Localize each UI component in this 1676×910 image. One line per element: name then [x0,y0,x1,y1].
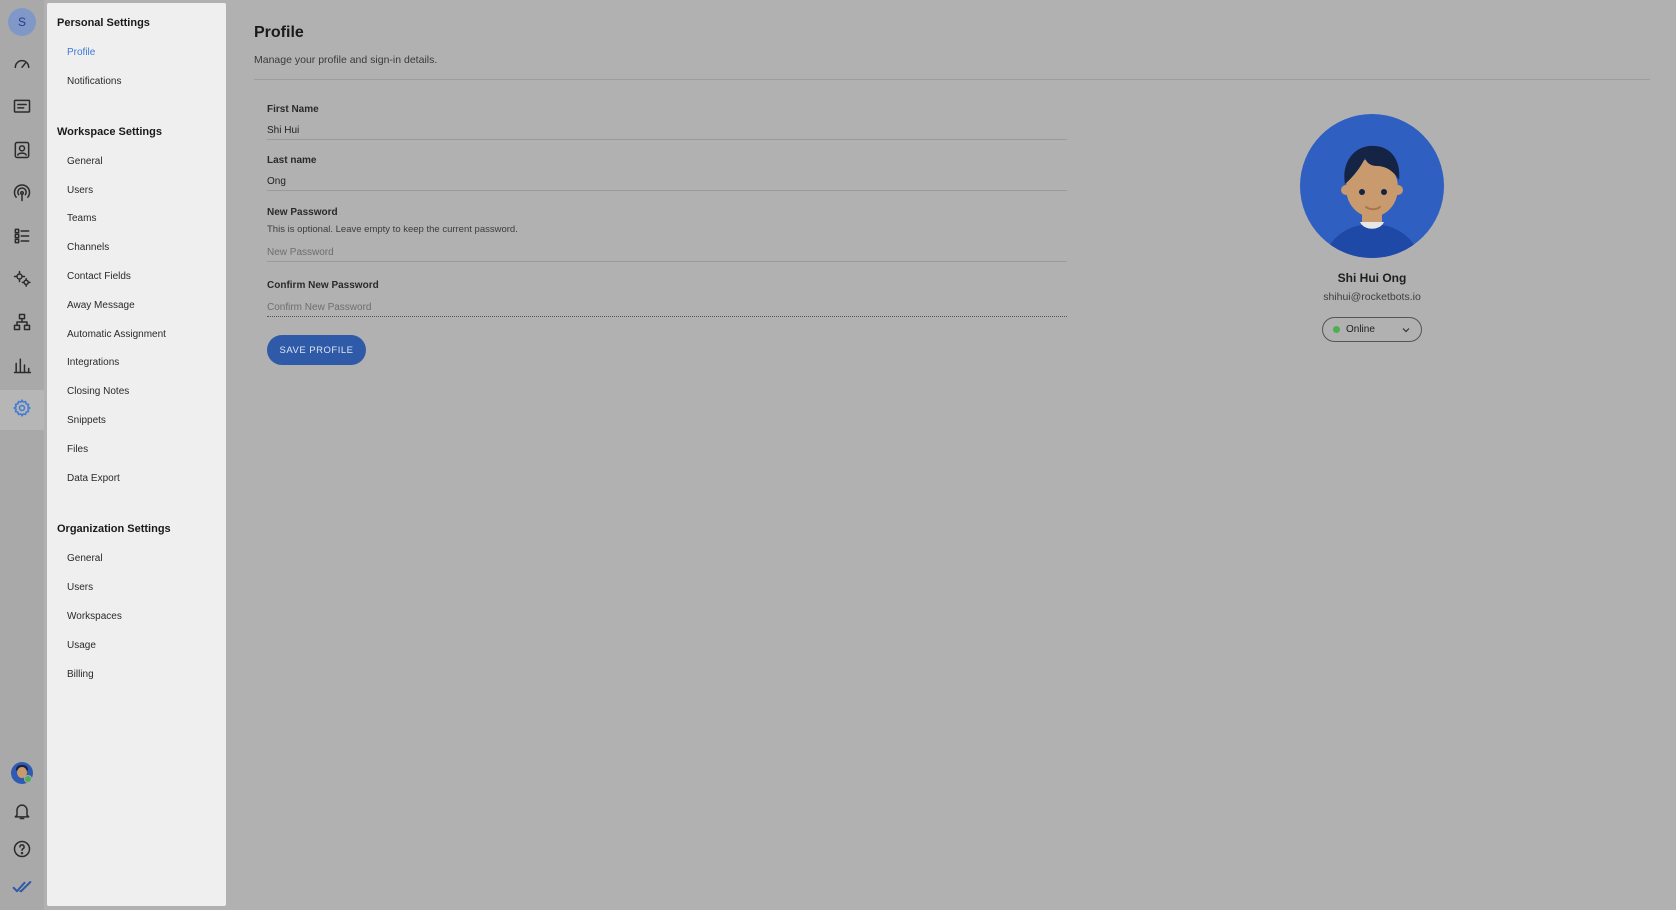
first-name-label: First Name [267,104,319,115]
sidebar-item-org-users[interactable]: Users [67,582,93,593]
contacts-icon[interactable] [4,132,40,168]
chevron-down-icon [1402,327,1410,332]
sidebar-item-files[interactable]: Files [67,444,88,455]
workspace-switcher[interactable]: S [4,4,40,40]
new-password-field[interactable] [267,244,1067,262]
profile-avatar[interactable] [1300,114,1444,258]
automation-icon[interactable] [4,261,40,297]
header-divider [254,79,1650,80]
sidebar-item-billing[interactable]: Billing [67,669,94,680]
sidebar-item-teams[interactable]: Teams [67,213,96,224]
status-dropdown[interactable]: Online [1322,317,1422,342]
status-value: Online [1346,324,1375,335]
help-icon[interactable] [4,831,40,867]
sidebar-item-notifications[interactable]: Notifications [67,76,121,87]
bell-icon[interactable] [4,793,40,829]
workspace-settings-title: Workspace Settings [57,126,162,138]
icon-rail: S [0,0,44,910]
profile-page: Profile Manage your profile and sign-in … [254,0,1676,910]
sidebar-item-profile[interactable]: Profile [67,47,95,58]
reports-icon[interactable] [4,347,40,383]
last-name-field[interactable] [267,173,1067,191]
inbox-icon[interactable] [4,89,40,125]
online-status-dot [1333,326,1340,333]
sidebar-item-data-export[interactable]: Data Export [67,473,120,484]
organization-settings-title: Organization Settings [57,523,171,535]
settings-sidebar: Personal Settings Profile Notifications … [47,3,226,906]
online-indicator [24,775,32,783]
workflows-icon[interactable] [4,218,40,254]
sidebar-item-closing-notes[interactable]: Closing Notes [67,386,129,397]
sidebar-item-channels[interactable]: Channels [67,242,109,253]
page-subtitle: Manage your profile and sign-in details. [254,54,438,66]
personal-settings-title: Personal Settings [57,17,150,29]
sidebar-item-away-message[interactable]: Away Message [67,300,135,311]
sidebar-item-org-general[interactable]: General [67,553,103,564]
last-name-label: Last name [267,155,317,166]
dashboard-icon[interactable] [4,46,40,82]
sidebar-item-automatic-assignment[interactable]: Automatic Assignment [67,329,166,340]
confirm-password-label: Confirm New Password [267,280,379,291]
sidebar-item-contact-fields[interactable]: Contact Fields [67,271,131,282]
user-avatar-icon[interactable] [4,755,40,791]
sidebar-item-snippets[interactable]: Snippets [67,415,106,426]
broadcast-icon[interactable] [4,175,40,211]
first-name-field[interactable] [267,122,1067,140]
profile-email: shihui@rocketbots.io [1323,291,1421,303]
sidebar-item-integrations[interactable]: Integrations [67,357,119,368]
new-password-label: New Password [267,207,338,218]
sidebar-item-workspaces[interactable]: Workspaces [67,611,122,622]
sidebar-item-ws-users[interactable]: Users [67,185,93,196]
workspace-avatar: S [8,8,36,36]
save-profile-button[interactable]: SAVE PROFILE [267,335,366,365]
settings-icon[interactable] [4,390,40,426]
confirm-password-field[interactable] [267,299,1067,317]
double-check-icon[interactable] [4,869,40,905]
org-chart-icon[interactable] [4,304,40,340]
new-password-help: This is optional. Leave empty to keep th… [267,224,518,235]
page-title: Profile [254,24,304,41]
profile-name: Shi Hui Ong [1337,271,1407,285]
sidebar-item-usage[interactable]: Usage [67,640,96,651]
sidebar-item-ws-general[interactable]: General [67,156,103,167]
